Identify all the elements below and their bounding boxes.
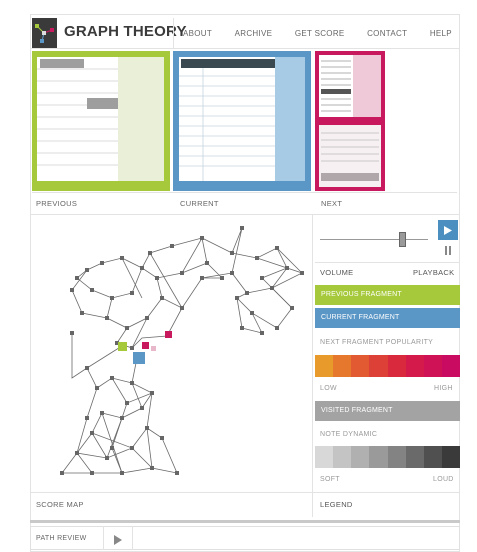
section-divider (30, 214, 460, 215)
pause-icon[interactable] (438, 240, 458, 260)
volume-slider-track[interactable] (320, 239, 428, 240)
current-label: CURRENT (180, 199, 219, 208)
header-divider (30, 48, 460, 49)
volume-label: VOLUME (320, 268, 354, 277)
legend-high: HIGH (434, 385, 453, 392)
previous-fragment-panel[interactable] (32, 51, 170, 191)
path-review-divider-1 (103, 526, 104, 550)
score-map-label: SCORE MAP (36, 500, 84, 509)
legend-loud: LOUD (433, 476, 454, 483)
control-divider (315, 262, 460, 263)
legend-low: LOW (320, 385, 337, 392)
legend-note-dynamic: NOTE DYNAMIC (320, 431, 378, 438)
nav-about[interactable]: ABOUT (183, 29, 212, 38)
brand-title[interactable]: GRAPH THEORY (64, 23, 187, 40)
nav-contact[interactable]: CONTACT (367, 29, 407, 38)
path-review-label: PATH REVIEW (36, 535, 87, 542)
dynamic-scale (315, 446, 460, 468)
map-divider (312, 214, 313, 517)
legend-current-fragment: CURRENT FRAGMENT (315, 308, 460, 328)
next-fragment-panel-bottom[interactable] (315, 121, 385, 191)
play-icon[interactable] (114, 532, 122, 550)
path-review-divider-2 (132, 526, 133, 550)
legend-soft: SOFT (320, 476, 340, 483)
graph-logo-icon[interactable] (32, 18, 57, 48)
legend-previous-fragment: PREVIOUS FRAGMENT (315, 285, 460, 305)
path-review-bar (30, 520, 460, 523)
score-map-graph[interactable] (32, 218, 310, 488)
fragment-divider (32, 192, 457, 193)
nav-archive[interactable]: ARCHIVE (235, 29, 273, 38)
path-review-panel (30, 526, 460, 550)
previous-label: PREVIOUS (36, 199, 78, 208)
next-label: NEXT (321, 199, 343, 208)
legend-label: LEGEND (320, 500, 353, 509)
nav-get-score[interactable]: GET SCORE (295, 29, 345, 38)
next-fragment-panel-top[interactable] (315, 51, 385, 121)
volume-slider-thumb[interactable] (399, 232, 406, 247)
nav-help[interactable]: HELP (430, 29, 452, 38)
main-nav: ABOUT ARCHIVE GET SCORE CONTACT HELP (173, 18, 460, 48)
play-icon[interactable] (438, 220, 458, 240)
playback-label: PLAYBACK (413, 268, 455, 277)
legend-visited-fragment: VISITED FRAGMENT (315, 401, 460, 421)
current-fragment-panel[interactable] (173, 51, 311, 191)
popularity-scale (315, 355, 460, 377)
legend-next-popularity: NEXT FRAGMENT POPULARITY (320, 339, 434, 346)
map-footer-divider (30, 492, 460, 493)
